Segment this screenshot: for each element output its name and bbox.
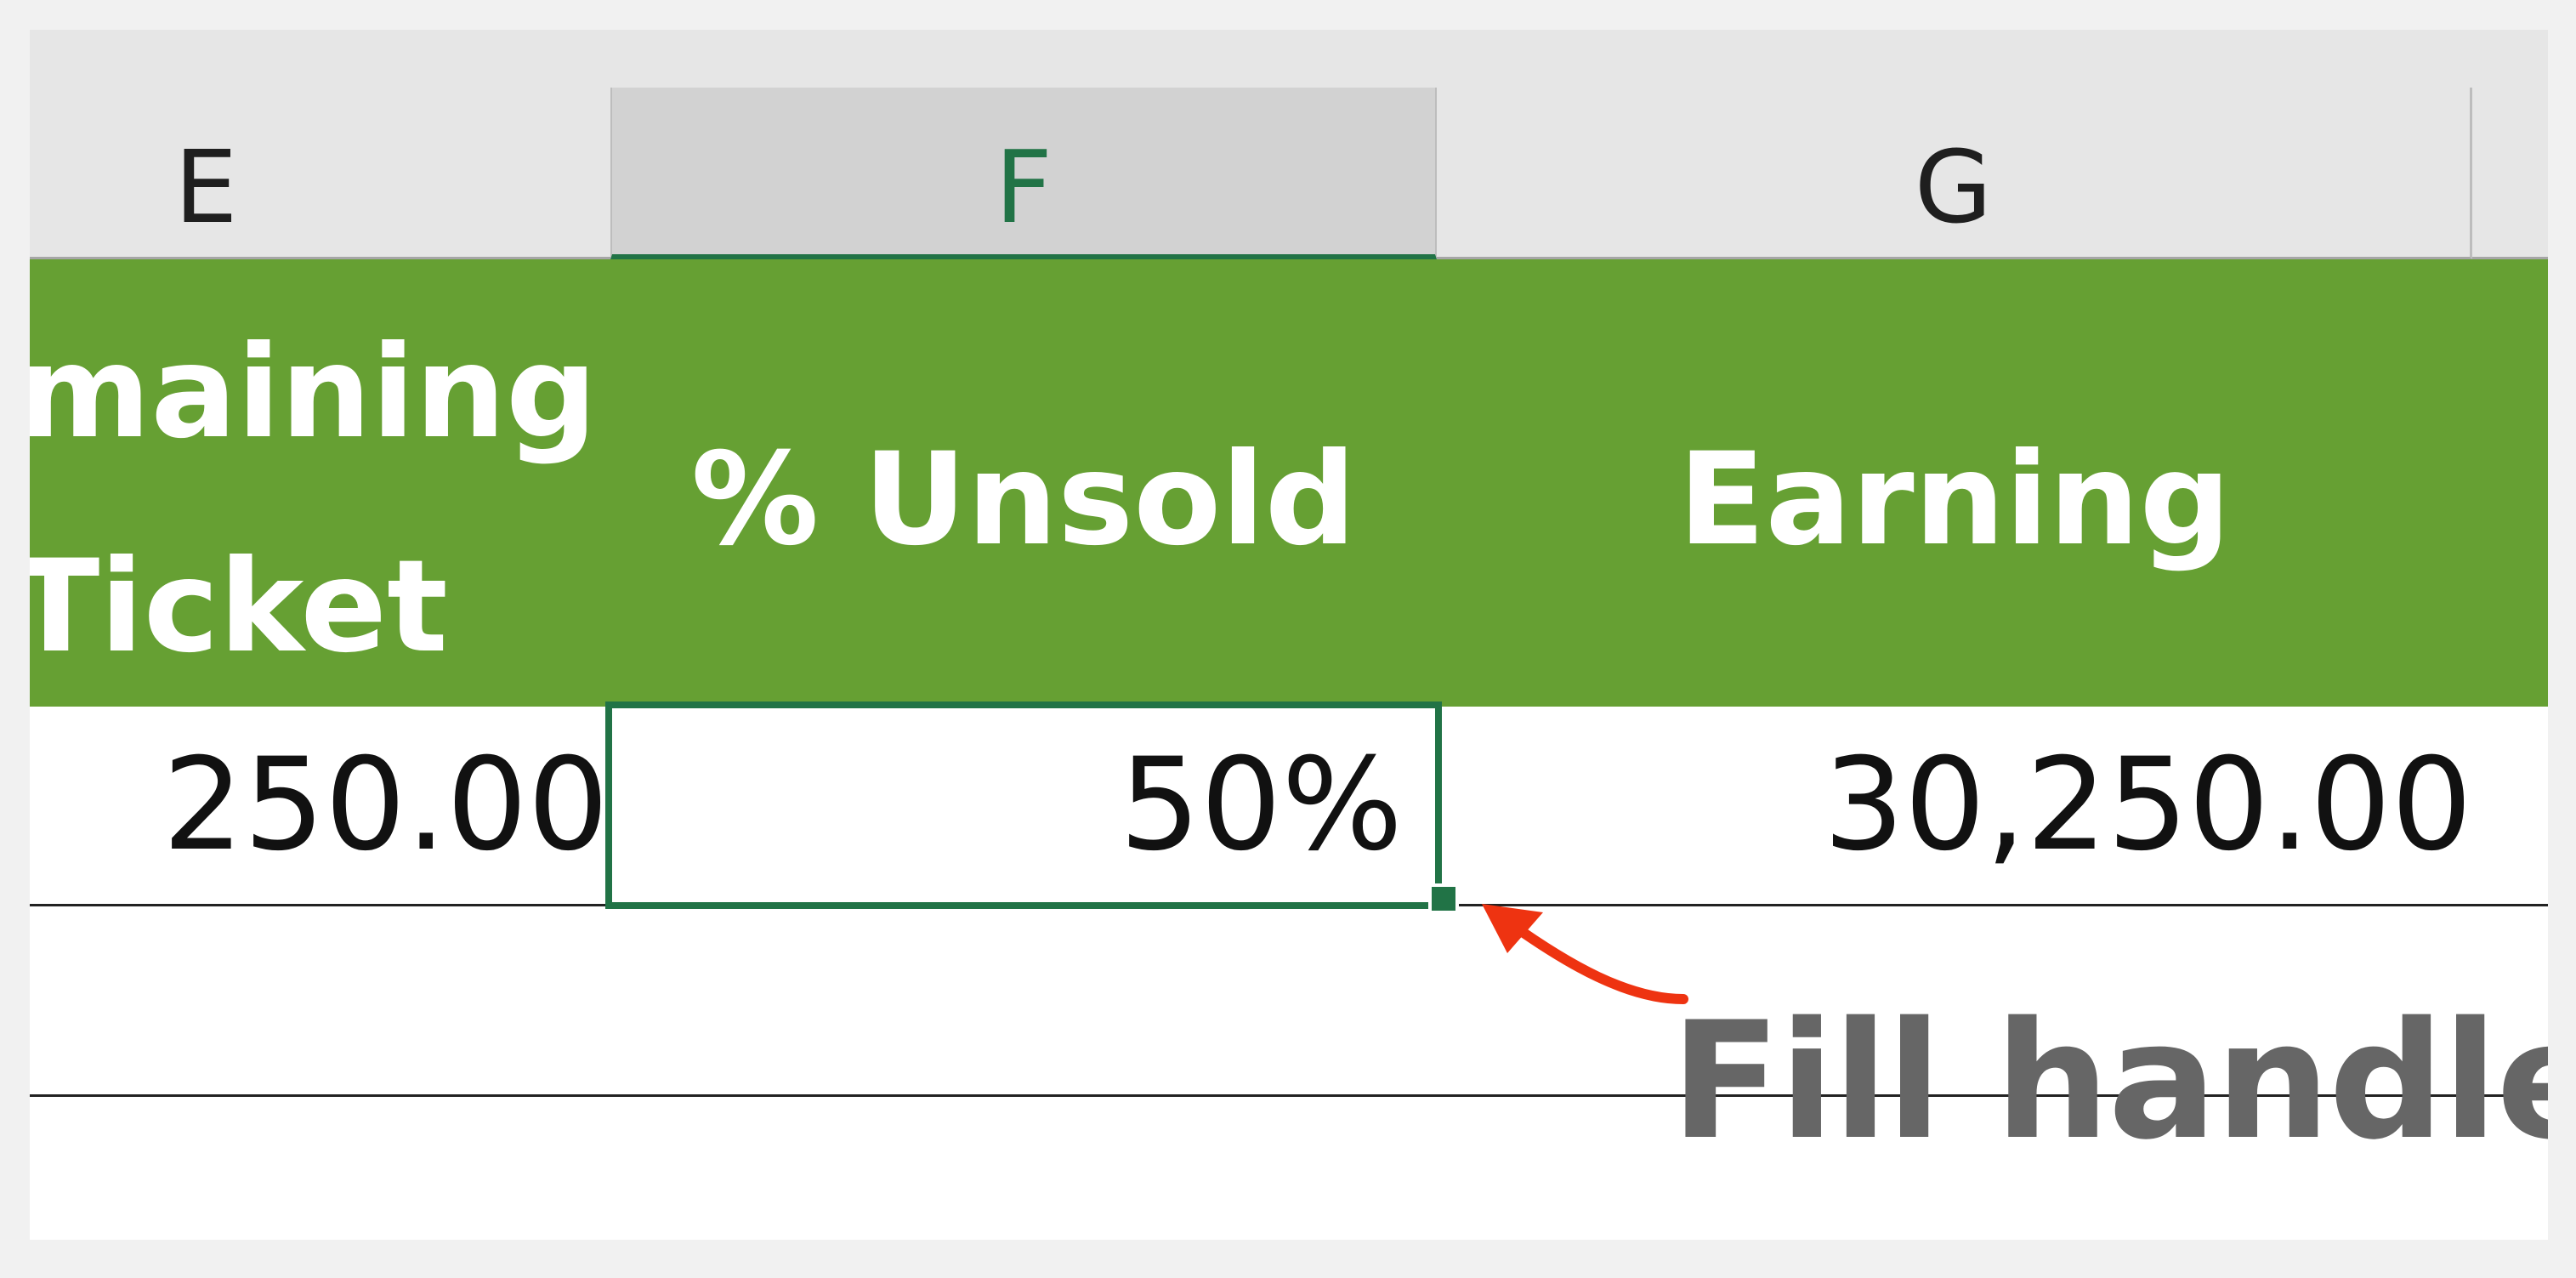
column-letter-g: G	[1914, 128, 1993, 246]
column-letter-e: E	[174, 128, 238, 246]
header-unsold[interactable]: % Unsold	[610, 436, 1437, 564]
header-remaining-line2[interactable]: Ticket	[30, 543, 448, 671]
header-remaining-line1[interactable]: maining	[30, 329, 597, 457]
cell-e-remaining[interactable]: 250.00	[30, 707, 610, 904]
column-letter-f: F	[995, 128, 1053, 246]
header-earning[interactable]: Earning	[1437, 436, 2472, 564]
cell-selection-border	[605, 701, 1442, 909]
column-header-g[interactable]: G	[1437, 88, 2472, 259]
column-header-strip	[30, 30, 2548, 88]
fill-handle[interactable]	[1428, 883, 1459, 914]
column-header-e[interactable]: E	[30, 88, 610, 259]
fill-handle-label: Fill handle	[1671, 987, 2548, 1175]
column-header-f[interactable]: F	[610, 88, 1437, 259]
table-header-row: maining Ticket % Unsold Earning	[30, 259, 2548, 707]
spreadsheet-area: E F G maining Ticket % Unsold Earning 25…	[30, 30, 2548, 1240]
curved-arrow-icon	[1482, 904, 1688, 1004]
cell-g-earning[interactable]: 30,250.00	[1437, 707, 2472, 904]
column-header-next[interactable]	[2472, 88, 2548, 259]
